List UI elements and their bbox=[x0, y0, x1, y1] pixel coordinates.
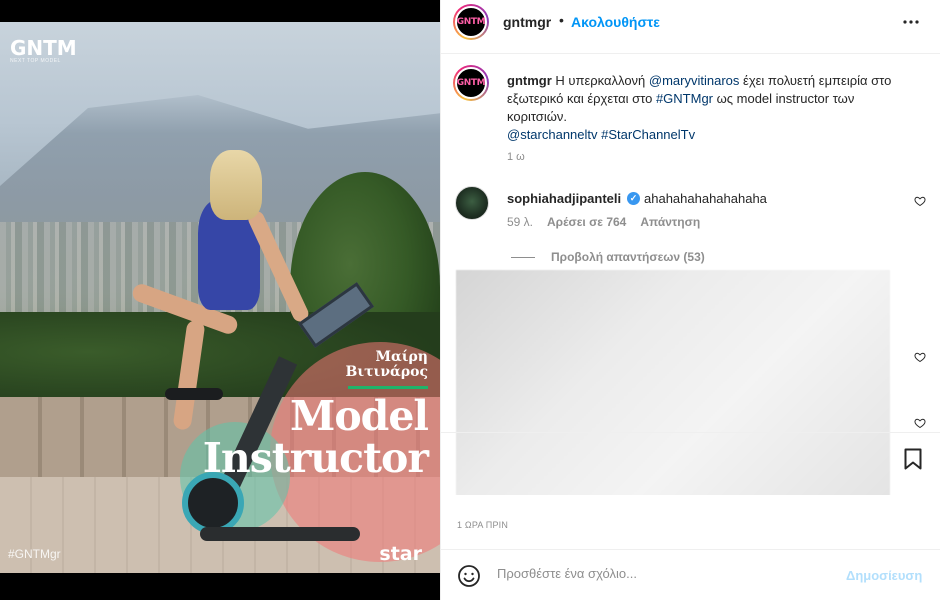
caption-mention[interactable]: @maryvitinaros bbox=[649, 73, 740, 88]
post-image[interactable]: GNTM NEXT TOP MODEL Μαίρη Βιτινάρος Mode… bbox=[0, 22, 440, 573]
post-side-panel: GNTM gntmgr • Ακολουθήστε GNTM gntmgr Η … bbox=[440, 0, 940, 600]
comment-username[interactable]: sophiahadjipanteli bbox=[507, 191, 621, 206]
reply-button[interactable]: Απάντηση bbox=[640, 215, 700, 229]
headline-model: Model bbox=[289, 392, 429, 440]
post-header: GNTM gntmgr • Ακολουθήστε bbox=[441, 0, 940, 54]
bike-seat bbox=[165, 388, 223, 400]
header-username[interactable]: gntmgr bbox=[503, 14, 551, 30]
follow-button[interactable]: Ακολουθήστε bbox=[571, 14, 660, 30]
instructor-first-name: Μαίρη bbox=[375, 349, 428, 365]
post-timestamp[interactable]: 1 ΩΡΑ ΠΡΙΝ bbox=[457, 520, 508, 530]
caption-hashtag[interactable]: #GNTMgr bbox=[656, 91, 713, 106]
comment-like-heart-icon[interactable] bbox=[914, 351, 926, 366]
caption-time[interactable]: 1 ω bbox=[507, 151, 525, 163]
header-separator: • bbox=[559, 12, 564, 28]
more-horizontal-icon[interactable] bbox=[901, 12, 921, 32]
caption-avatar[interactable]: GNTM bbox=[453, 65, 489, 101]
caption-text: gntmgr Η υπερκαλλονή @maryvitinaros έχει… bbox=[507, 72, 917, 144]
comments-area[interactable]: GNTM gntmgr Η υπερκαλλονή @maryvitinaros… bbox=[441, 55, 940, 495]
name-underline bbox=[348, 386, 428, 389]
bookmark-icon[interactable] bbox=[904, 448, 922, 470]
instagram-post-view: GNTM NEXT TOP MODEL Μαίρη Βιτινάρος Mode… bbox=[0, 0, 940, 600]
comment-like-heart-icon[interactable] bbox=[914, 417, 926, 432]
avatar-inner: GNTM bbox=[455, 6, 487, 38]
comment-input[interactable] bbox=[497, 566, 837, 581]
comment-likes[interactable]: Αρέσει σε 764 bbox=[547, 215, 626, 229]
caption-segment: Η υπερκαλλονή bbox=[551, 73, 649, 88]
comment-like-heart-icon[interactable] bbox=[914, 195, 926, 210]
header-avatar[interactable]: GNTM bbox=[453, 4, 489, 40]
model-hair bbox=[210, 150, 262, 220]
avatar-logo-text: GNTM bbox=[456, 78, 486, 88]
comment-text: ahahahahahahahaha bbox=[644, 191, 767, 206]
avatar-inner: GNTM bbox=[455, 67, 487, 99]
model-leg bbox=[172, 319, 206, 431]
emoji-icon[interactable] bbox=[457, 564, 481, 588]
view-replies-button[interactable]: Προβολή απαντήσεων (53) bbox=[551, 250, 705, 264]
instructor-last-name: Βιτινάρος bbox=[345, 364, 428, 380]
avatar-logo-text: GNTM bbox=[456, 17, 486, 27]
image-hashtag: #GNTMgr bbox=[8, 547, 61, 561]
bike-base bbox=[200, 527, 360, 541]
headline-instructor: Instructor bbox=[202, 434, 429, 482]
blurred-comments-placeholder bbox=[456, 270, 890, 495]
comment-avatar[interactable] bbox=[455, 186, 489, 220]
post-comment-button[interactable]: Δημοσίευση bbox=[846, 568, 922, 583]
view-replies-line bbox=[511, 257, 535, 258]
caption-username[interactable]: gntmgr bbox=[507, 73, 552, 88]
actions-divider bbox=[441, 432, 940, 433]
gntm-logo-subtitle: NEXT TOP MODEL bbox=[10, 58, 61, 64]
comment-age[interactable]: 59 λ. bbox=[507, 215, 533, 229]
comment-composer: Δημοσίευση bbox=[441, 549, 940, 600]
caption-mention[interactable]: @starchanneltv bbox=[507, 127, 598, 142]
star-channel-logo: star bbox=[379, 543, 422, 565]
caption-hashtag[interactable]: #StarChannelTv bbox=[601, 127, 695, 142]
verified-badge-icon: ✓ bbox=[627, 192, 640, 205]
comment-meta: 59 λ. Αρέσει σε 764 Απάντηση bbox=[507, 215, 714, 229]
gntm-logo: GNTM bbox=[10, 36, 77, 60]
